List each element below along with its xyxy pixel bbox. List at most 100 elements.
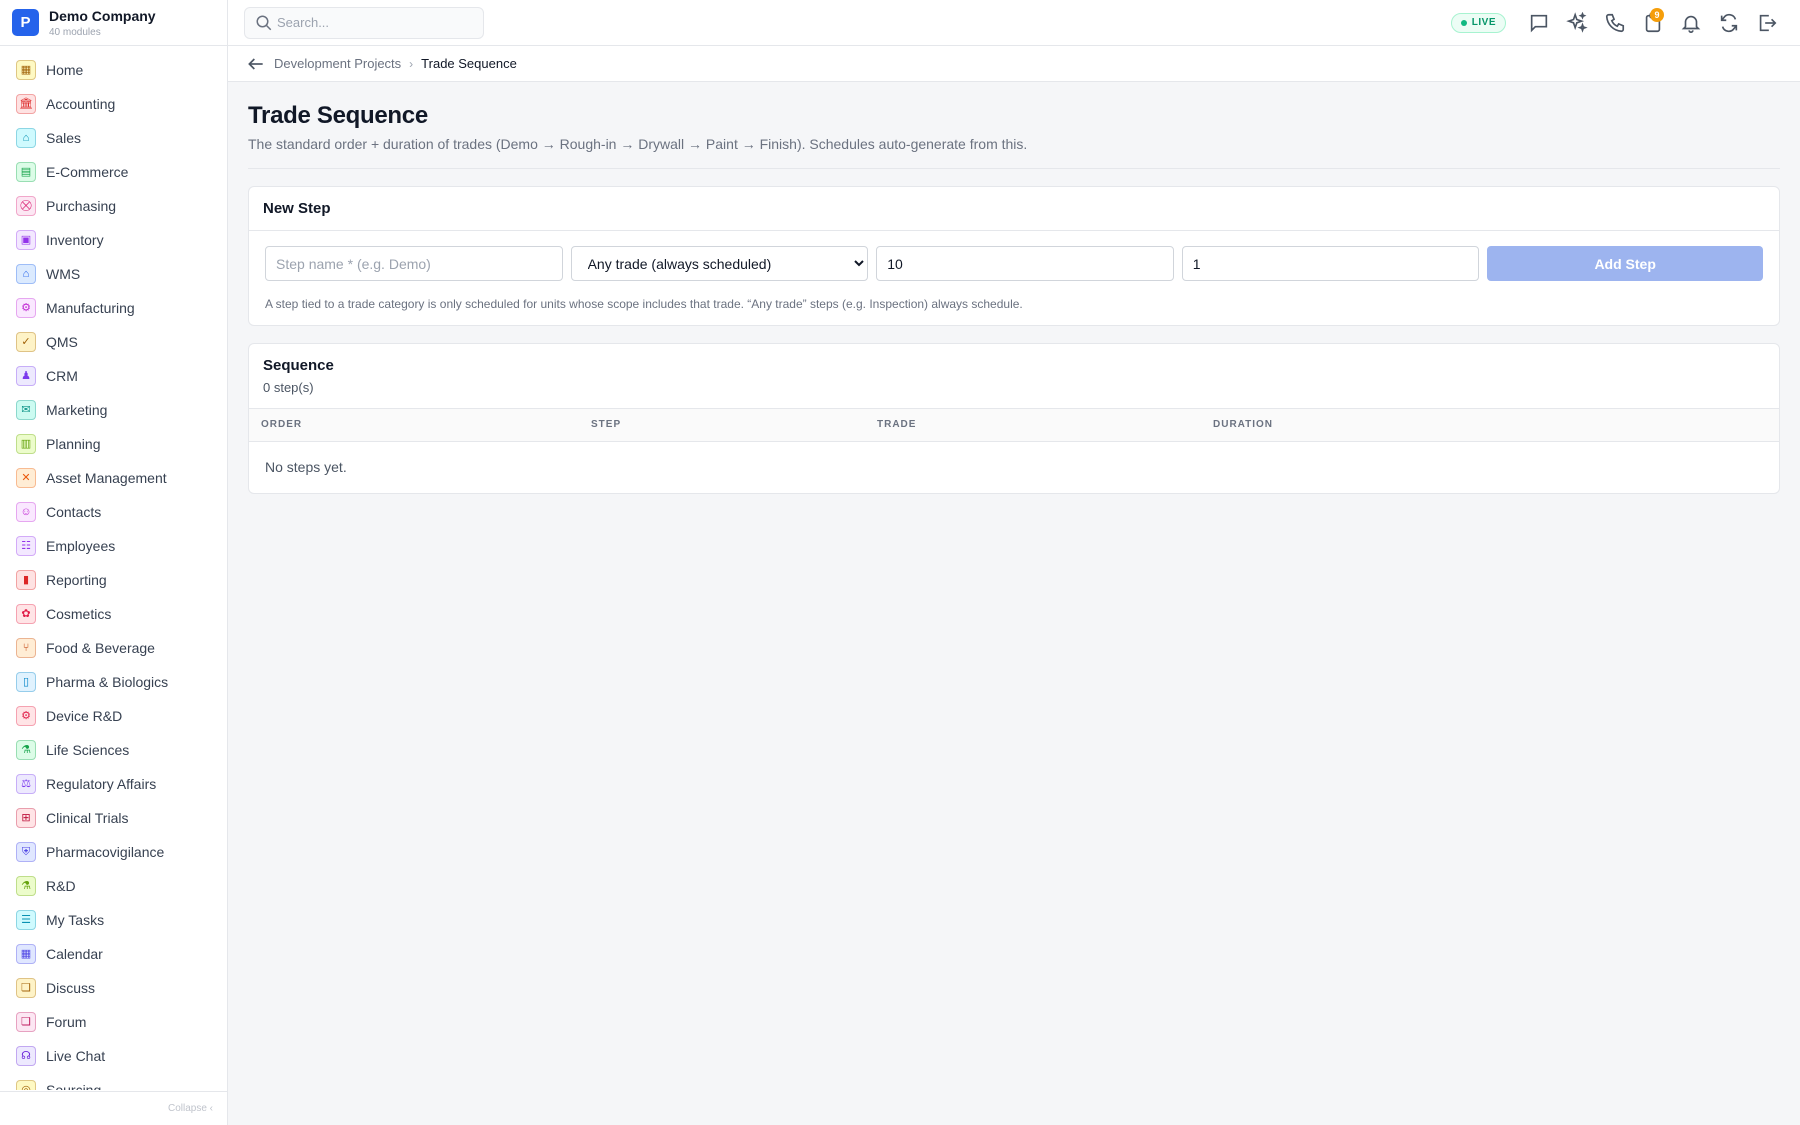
sequence-header: Sequence 0 step(s) [249, 344, 1779, 409]
randd-icon: ⚗ [16, 876, 36, 896]
sequence-table: ORDER STEP TRADE DURATION No steps yet. [249, 409, 1779, 493]
sidebar-item-contacts[interactable]: ☺ Contacts [0, 495, 227, 529]
new-step-help-text: A step tied to a trade category is only … [265, 297, 1023, 311]
sidebar-item-label: Cosmetics [46, 606, 112, 622]
add-step-button[interactable]: Add Step [1487, 246, 1763, 281]
column-header-order[interactable]: ORDER [249, 409, 579, 442]
sidebar-item-pharma-and-biologics[interactable]: ▯ Pharma & Biologics [0, 665, 227, 699]
sidebar-item-crm[interactable]: ♟ CRM [0, 359, 227, 393]
sidebar-item-employees[interactable]: ☷ Employees [0, 529, 227, 563]
sidebar-item-manufacturing[interactable]: ⚙ Manufacturing [0, 291, 227, 325]
step-name-input[interactable] [265, 246, 563, 281]
sidebar-item-calendar[interactable]: ▦ Calendar [0, 937, 227, 971]
sequence-title: Sequence [263, 357, 334, 374]
chat-button[interactable] [1520, 4, 1558, 42]
live-label: LIVE [1471, 17, 1496, 28]
sidebar-item-my-tasks[interactable]: ☰ My Tasks [0, 903, 227, 937]
sequence-count: 0 step(s) [263, 380, 314, 395]
contacts-icon: ☺ [16, 502, 36, 522]
back-arrow-icon[interactable] [246, 54, 266, 74]
page-subtitle: The standard order + duration of trades … [248, 136, 1028, 152]
sidebar-item-sourcing[interactable]: ◎ Sourcing [0, 1073, 227, 1090]
sidebar-item-purchasing[interactable]: ⛒ Purchasing [0, 189, 227, 223]
sidebar-item-marketing[interactable]: ✉ Marketing [0, 393, 227, 427]
sidebar-item-forum[interactable]: ❏ Forum [0, 1005, 227, 1039]
chat-icon [1530, 14, 1548, 32]
order-input[interactable] [876, 246, 1174, 281]
reporting-icon: ▮ [16, 570, 36, 590]
search-input[interactable] [277, 15, 467, 30]
sidebar-item-e-commerce[interactable]: ▤ E-Commerce [0, 155, 227, 189]
topbar: LIVE 9 [228, 0, 1800, 46]
sidebar-item-regulatory-affairs[interactable]: ⚖ Regulatory Affairs [0, 767, 227, 801]
qms-icon: ✓ [16, 332, 36, 352]
sidebar-item-label: Regulatory Affairs [46, 776, 157, 792]
table-header-row: ORDER STEP TRADE DURATION [249, 409, 1779, 442]
sidebar-item-life-sciences[interactable]: ⚗ Life Sciences [0, 733, 227, 767]
search-icon [256, 15, 272, 30]
sidebar-item-asset-management[interactable]: ✕ Asset Management [0, 461, 227, 495]
logout-button[interactable] [1748, 4, 1786, 42]
device-randd-icon: ⚙ [16, 706, 36, 726]
breadcrumb: Development Projects › Trade Sequence [228, 46, 1800, 82]
sidebar-item-label: Sourcing [46, 1082, 102, 1090]
sidebar-item-accounting[interactable]: 🏛 Accounting [0, 87, 227, 121]
sidebar-item-label: Manufacturing [46, 300, 135, 316]
sidebar-item-label: Reporting [46, 572, 107, 588]
sidebar-item-label: Planning [46, 436, 101, 452]
live-chat-icon: ☊ [16, 1046, 36, 1066]
sidebar-item-label: Purchasing [46, 198, 117, 214]
asset-management-icon: ✕ [16, 468, 36, 488]
phone-button[interactable] [1596, 4, 1634, 42]
manufacturing-icon: ⚙ [16, 298, 36, 318]
sidebar-item-randd[interactable]: ⚗ R&D [0, 869, 227, 903]
breadcrumb-parent-link[interactable]: Development Projects [274, 56, 401, 71]
sidebar-item-live-chat[interactable]: ☊ Live Chat [0, 1039, 227, 1073]
sync-button[interactable] [1710, 4, 1748, 42]
sidebar-item-pharmacovigilance[interactable]: ⛨ Pharmacovigilance [0, 835, 227, 869]
notifications-button[interactable] [1672, 4, 1710, 42]
accounting-icon: 🏛 [16, 94, 36, 114]
sidebar-item-label: WMS [46, 266, 81, 282]
trade-select[interactable]: Any trade (always scheduled) [570, 246, 869, 281]
search-box[interactable] [244, 6, 484, 39]
discuss-icon: ❏ [16, 978, 36, 998]
sidebar-item-cosmetics[interactable]: ✿ Cosmetics [0, 597, 227, 631]
sidebar-item-home[interactable]: ▦ Home [0, 53, 227, 87]
sidebar-item-wms[interactable]: ⌂ WMS [0, 257, 227, 291]
sidebar-item-label: QMS [46, 334, 78, 350]
ai-assistant-button[interactable] [1558, 4, 1596, 42]
planning-icon: ▥ [16, 434, 36, 454]
column-header-step[interactable]: STEP [579, 409, 865, 442]
column-header-trade[interactable]: TRADE [865, 409, 1201, 442]
sidebar-item-food-and-beverage[interactable]: ⑂ Food & Beverage [0, 631, 227, 665]
sidebar-item-label: Home [46, 62, 84, 78]
page-title: Trade Sequence [248, 102, 428, 129]
header-divider [248, 168, 1780, 169]
calendar-icon: ▦ [16, 944, 36, 964]
collapse-button[interactable]: Collapse ‹ [0, 1091, 227, 1125]
sidebar-nav: ▦ Home 🏛 Accounting ⌂ Sales ▤ E-Commerce ⛒ Purcha… [0, 46, 227, 1090]
pharma-and-biologics-icon: ▯ [16, 672, 36, 692]
new-step-card: New Step Any trade (always scheduled) Ad… [248, 186, 1780, 326]
life-sciences-icon: ⚗ [16, 740, 36, 760]
duration-input[interactable] [1181, 246, 1480, 281]
clinical-trials-icon: ⊞ [16, 808, 36, 828]
sidebar-item-clinical-trials[interactable]: ⊞ Clinical Trials [0, 801, 227, 835]
sparkles-icon [1566, 11, 1588, 33]
sidebar-item-qms[interactable]: ✓ QMS [0, 325, 227, 359]
sidebar-item-label: Food & Beverage [46, 640, 155, 656]
tasks-button[interactable]: 9 [1634, 4, 1672, 42]
brand[interactable]: P Demo Company 40 modules [0, 0, 227, 46]
sidebar-item-device-randd[interactable]: ⚙ Device R&D [0, 699, 227, 733]
column-header-duration[interactable]: DURATION [1201, 409, 1779, 442]
top-actions: LIVE 9 [1450, 4, 1800, 42]
sidebar-item-inventory[interactable]: ▣ Inventory [0, 223, 227, 257]
sidebar-item-reporting[interactable]: ▮ Reporting [0, 563, 227, 597]
sidebar-item-label: Device R&D [46, 708, 123, 724]
sidebar-item-discuss[interactable]: ❏ Discuss [0, 971, 227, 1005]
sidebar-item-planning[interactable]: ▥ Planning [0, 427, 227, 461]
sidebar-item-sales[interactable]: ⌂ Sales [0, 121, 227, 155]
logout-icon [1759, 14, 1777, 31]
sidebar-item-label: Accounting [46, 96, 116, 112]
